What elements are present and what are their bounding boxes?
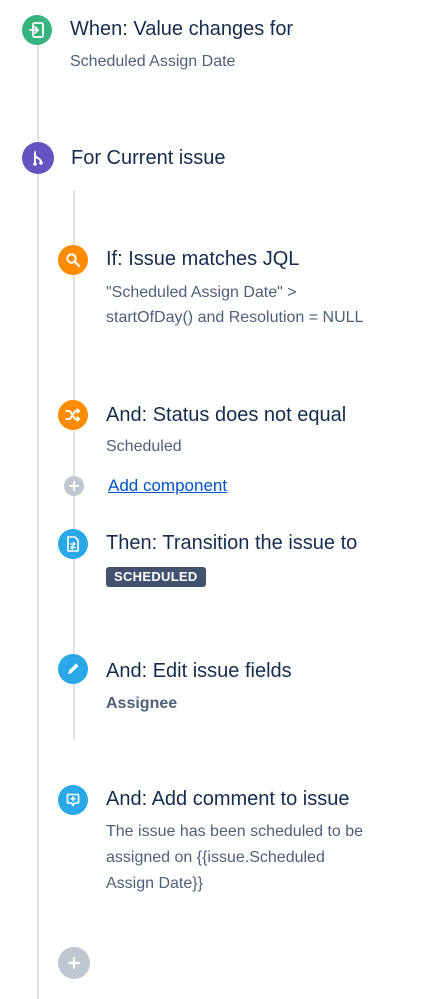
trigger-icon[interactable] bbox=[22, 15, 52, 45]
branch-title[interactable]: For Current issue bbox=[71, 147, 226, 170]
component-title-edit-fields[interactable]: And: Edit issue fields bbox=[106, 660, 292, 683]
component-title-comment[interactable]: And: Add comment to issue bbox=[106, 788, 349, 811]
branch-icon[interactable] bbox=[22, 142, 54, 174]
shuffle-icon[interactable] bbox=[58, 400, 88, 430]
plus-icon[interactable] bbox=[64, 476, 84, 496]
component-subtitle-status: Scheduled bbox=[106, 438, 182, 455]
comment-icon[interactable] bbox=[58, 785, 88, 815]
add-component-link[interactable]: Add component bbox=[108, 476, 227, 496]
component-subtitle-edit-fields: Assignee bbox=[106, 695, 178, 712]
trigger-subtitle: Scheduled Assign Date bbox=[70, 53, 236, 70]
search-icon[interactable] bbox=[58, 245, 88, 275]
outer-timeline-line bbox=[37, 45, 39, 999]
status-badge-scheduled: SCHEDULED bbox=[106, 567, 206, 587]
component-subtitle-jql-line-1: "Scheduled Assign Date" > bbox=[106, 284, 297, 301]
plus-icon[interactable] bbox=[58, 947, 90, 979]
component-subtitle-comment-line-3: Assign Date}} bbox=[106, 875, 203, 892]
component-title-status[interactable]: And: Status does not equal bbox=[106, 404, 346, 427]
trigger-title[interactable]: When: Value changes for bbox=[70, 18, 293, 41]
component-subtitle-jql-line-2: startOfDay() and Resolution = NULL bbox=[106, 309, 364, 326]
component-subtitle-comment-line-1: The issue has been scheduled to be bbox=[106, 823, 364, 840]
component-title-transition[interactable]: Then: Transition the issue to bbox=[106, 532, 357, 555]
component-subtitle-comment-line-2: assigned on {{issue.Scheduled bbox=[106, 849, 325, 866]
transition-document-icon[interactable] bbox=[58, 529, 88, 559]
pencil-icon[interactable] bbox=[58, 654, 88, 684]
component-title-jql[interactable]: If: Issue matches JQL bbox=[106, 248, 299, 271]
